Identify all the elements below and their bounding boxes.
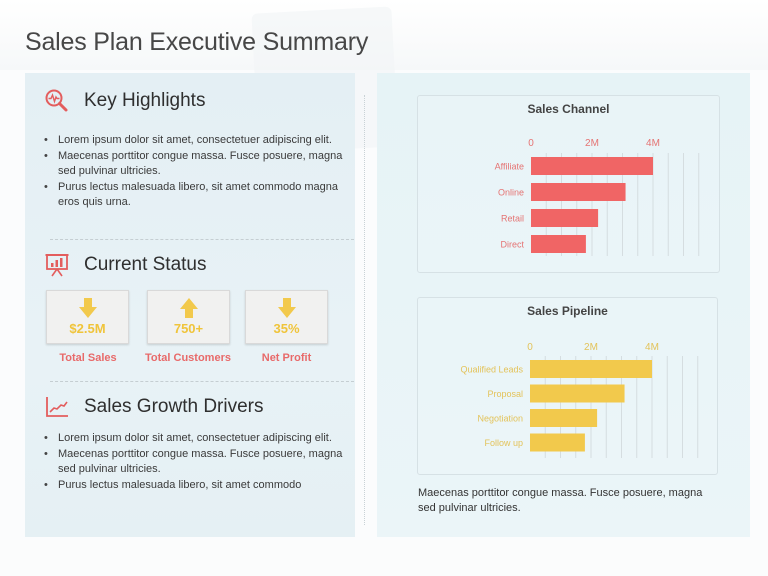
section-divider	[50, 381, 354, 382]
bar	[530, 360, 652, 378]
category-label: Online	[498, 188, 524, 198]
stat-card-total-customers: 750+	[147, 290, 230, 344]
list-item: Lorem ipsum dolor sit amet, consectetuer…	[44, 133, 344, 149]
list-item: Maecenas porttitor congue massa. Fusce p…	[44, 447, 344, 478]
key-highlights-title: Key Highlights	[84, 90, 206, 111]
sales-pipeline-chart: Sales Pipeline 0 2M 4M Qualified Leads Propo…	[417, 297, 718, 475]
bar	[531, 183, 626, 201]
key-highlights-header: Key Highlights	[44, 88, 205, 114]
chart-caption: Maecenas porttitor congue massa. Fusce p…	[418, 487, 703, 514]
bar	[531, 235, 586, 253]
stat-label: Total Sales	[59, 352, 117, 364]
bar	[530, 384, 625, 403]
category-label: Affiliate	[495, 162, 524, 172]
arrow-down-icon	[78, 298, 97, 318]
current-status-title: Current Status	[84, 254, 207, 275]
vertical-divider	[364, 95, 365, 525]
list-item: Lorem ipsum dolor sit amet, consectetuer…	[44, 431, 344, 447]
bar	[530, 433, 585, 452]
arrow-down-icon	[277, 298, 296, 318]
stat-value: 750+	[173, 321, 204, 336]
magnifier-pulse-icon	[44, 88, 70, 114]
sales-channel-chart: Sales Channel 0 2M 4M Affiliate Online Retail…	[417, 95, 720, 273]
stat-value: $2.5M	[69, 321, 106, 336]
stat-value: 35%	[273, 321, 300, 336]
x-tick-label: 0	[528, 138, 534, 149]
stat-card-net-profit: 35%	[245, 290, 328, 344]
section-divider	[50, 239, 354, 240]
x-tick-label: 2M	[584, 342, 598, 353]
line-chart-icon	[44, 394, 70, 420]
current-status-header: Current Status	[44, 252, 207, 278]
category-label: Negotiation	[477, 414, 523, 424]
list-item: Purus lectus malesuada libero, sit amet …	[44, 478, 344, 494]
category-label: Qualified Leads	[460, 365, 523, 375]
category-label: Retail	[501, 214, 524, 224]
bar	[531, 157, 653, 175]
presentation-chart-icon	[44, 252, 70, 278]
x-tick-label: 4M	[646, 138, 660, 149]
key-highlights-list: Lorem ipsum dolor sit amet, consectetuer…	[44, 133, 344, 211]
category-label: Proposal	[487, 389, 523, 399]
arrow-up-icon	[179, 298, 198, 318]
stat-card-total-sales: $2.5M	[46, 290, 129, 344]
bar	[530, 409, 598, 427]
bar	[531, 209, 599, 227]
stat-label: Total Customers	[145, 352, 231, 364]
x-tick-label: 0	[527, 342, 533, 353]
stat-label: Net Profit	[261, 352, 312, 364]
sales-pipeline-plot: 0 2M 4M Qualified Leads Proposal Negotiation F…	[460, 342, 699, 458]
category-label: Direct	[500, 240, 524, 250]
sales-channel-plot: 0 2M 4M Affiliate Online Retail Direct	[495, 138, 700, 256]
list-item: Purus lectus malesuada libero, sit amet …	[44, 180, 344, 211]
list-item: Maecenas porttitor congue massa. Fusce p…	[44, 149, 344, 180]
sales-growth-drivers-list: Lorem ipsum dolor sit amet, consectetuer…	[44, 431, 344, 493]
category-label: Follow up	[484, 438, 523, 448]
background-bottom	[0, 540, 768, 576]
sales-growth-drivers-header: Sales Growth Drivers	[44, 394, 264, 420]
x-tick-label: 4M	[645, 342, 659, 353]
page-title: Sales Plan Executive Summary	[25, 28, 369, 56]
x-tick-label: 2M	[585, 138, 599, 149]
sales-growth-drivers-title: Sales Growth Drivers	[84, 396, 264, 417]
